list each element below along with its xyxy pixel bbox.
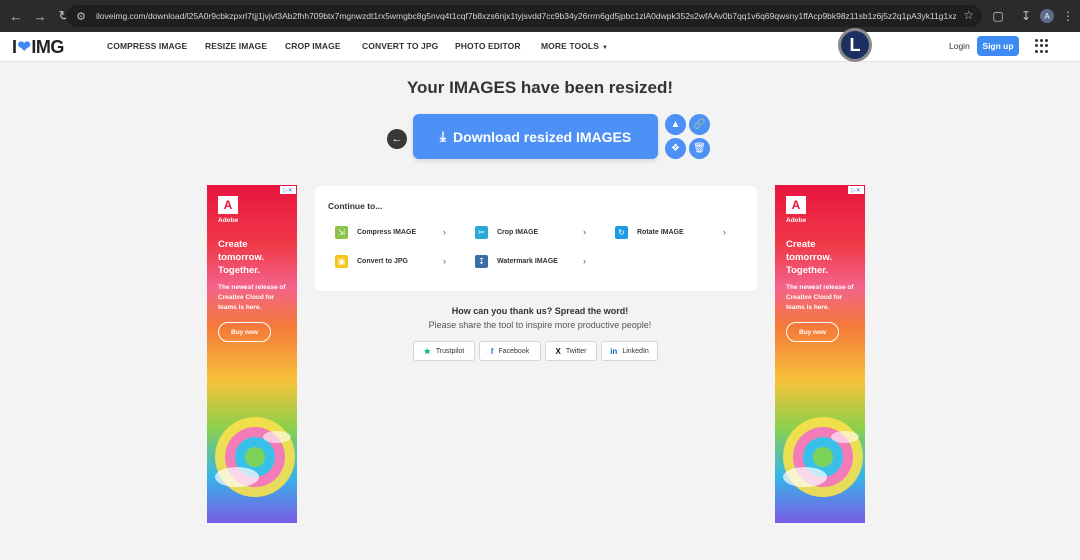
adchoices-icon[interactable]: ▷✕: [848, 186, 864, 194]
ad-banner-right[interactable]: ▷✕ A Adobe Create tomorrow. Together. Th…: [775, 185, 865, 523]
rotate-icon: ↻: [615, 225, 628, 239]
tool-label: Convert to JPG: [357, 257, 408, 265]
continue-card: Continue to... ⇲ Compress IMAGE › ✂ Crop…: [315, 186, 757, 291]
continue-crop-image[interactable]: ✂ Crop IMAGE ›: [475, 223, 586, 241]
watermark-icon: ↧: [475, 254, 488, 268]
twitter-button[interactable]: X Twitter: [545, 341, 597, 361]
download-icon[interactable]: ↧: [1016, 6, 1036, 26]
ad-illustration: [783, 417, 863, 497]
address-bar[interactable]: ⚙ iloveimg.com/download/l25A0r9cbkzpxrl7…: [66, 5, 982, 27]
nav-compress-image[interactable]: COMPRESS IMAGE: [107, 41, 187, 51]
ad-buy-now-button[interactable]: Buy now: [786, 322, 839, 342]
compress-icon: ⇲: [335, 225, 348, 239]
trash-icon[interactable]: 🗑: [689, 138, 710, 159]
signup-button[interactable]: Sign up: [977, 36, 1019, 56]
share-subtitle: Please share the tool to inspire more pr…: [428, 320, 652, 330]
google-drive-icon[interactable]: ▲: [665, 114, 686, 135]
nav-photo-editor[interactable]: PHOTO EDITOR: [455, 41, 521, 51]
trustpilot-star-icon: ★: [423, 346, 431, 356]
convert-jpg-icon: ▣: [335, 254, 348, 268]
url-text[interactable]: iloveimg.com/download/l25A0r9cbkzpxrl7tj…: [96, 11, 956, 21]
download-icon: ⤓: [439, 128, 447, 144]
linkedin-icon: in: [610, 346, 618, 356]
share-label: Trustpilot: [435, 347, 465, 355]
site-header: I ❤ IMG COMPRESS IMAGE RESIZE IMAGE CROP…: [0, 32, 1080, 62]
continue-rotate-image[interactable]: ↻ Rotate IMAGE ›: [615, 223, 726, 241]
iloveimg-logo[interactable]: I ❤ IMG: [12, 36, 64, 58]
continue-watermark-image[interactable]: ↧ Watermark IMAGE ›: [475, 252, 586, 270]
ad-headline: Create tomorrow. Together.: [218, 239, 265, 276]
nav-more-tools-label: MORE TOOLS: [541, 41, 599, 51]
share-title: How can you thank us? Spread the word!: [451, 306, 629, 316]
chevron-right-icon: ›: [443, 227, 446, 237]
chevron-right-icon: ›: [443, 256, 446, 266]
linkedin-button[interactable]: in LinkedIn: [601, 341, 658, 361]
page-title: Your IMAGES have been resized!: [406, 78, 674, 97]
ad-body: The newest release of Creative Cloud for…: [786, 284, 854, 311]
adchoices-icon[interactable]: ▷✕: [280, 186, 296, 194]
link-icon[interactable]: 🔗: [689, 114, 710, 135]
ad-brand: Adobe: [218, 217, 239, 224]
nav-resize-image[interactable]: RESIZE IMAGE: [205, 41, 267, 51]
browser-menu-icon[interactable]: ⋮: [1058, 6, 1078, 26]
trustpilot-button[interactable]: ★ Trustpilot: [413, 341, 475, 361]
tool-label: Crop IMAGE: [497, 228, 539, 236]
ad-headline: Create tomorrow. Together.: [786, 239, 833, 276]
crop-icon: ✂: [475, 225, 488, 239]
user-avatar[interactable]: L: [838, 28, 872, 62]
heart-icon: ❤: [17, 39, 31, 56]
back-button[interactable]: ←: [387, 129, 407, 149]
caret-down-icon: ▼: [602, 45, 609, 51]
login-link[interactable]: Login: [949, 41, 970, 51]
x-twitter-icon: X: [555, 346, 561, 356]
tool-label: Watermark IMAGE: [497, 257, 558, 265]
logo-text-left: I: [12, 36, 17, 57]
share-label: Twitter: [565, 347, 587, 355]
tool-label: Compress IMAGE: [357, 228, 417, 236]
bookmark-star-icon[interactable]: ☆: [963, 8, 974, 22]
chevron-right-icon: ›: [583, 256, 586, 266]
download-button[interactable]: ⤓ Download resized IMAGES: [413, 114, 658, 159]
chevron-right-icon: ›: [583, 227, 586, 237]
adobe-logo-icon: A: [218, 196, 238, 214]
download-button-label: Download resized IMAGES: [453, 128, 632, 145]
ad-body: The newest release of Creative Cloud for…: [218, 284, 286, 311]
browser-profile-avatar[interactable]: A: [1040, 9, 1054, 23]
nav-convert-to-jpg[interactable]: CONVERT TO JPG: [362, 41, 438, 51]
forward-arrow-icon[interactable]: →: [30, 6, 50, 26]
logo-text-right: IMG: [31, 36, 64, 57]
share-label: LinkedIn: [622, 347, 649, 355]
ad-brand: Adobe: [786, 217, 807, 224]
continue-compress-image[interactable]: ⇲ Compress IMAGE ›: [335, 223, 446, 241]
ad-buy-now-button[interactable]: Buy now: [218, 322, 271, 342]
tool-label: Rotate IMAGE: [637, 228, 684, 236]
continue-title: Continue to...: [328, 201, 383, 211]
share-label: Facebook: [498, 347, 530, 355]
apps-grid-icon[interactable]: [1035, 39, 1049, 53]
nav-crop-image[interactable]: CROP IMAGE: [285, 41, 341, 51]
back-arrow-icon[interactable]: ←: [6, 6, 26, 26]
browser-toolbar: ← → ↻ ⚙ iloveimg.com/download/l25A0r9cbk…: [0, 0, 1080, 32]
facebook-button[interactable]: f Facebook: [479, 341, 541, 361]
nav-more-tools[interactable]: MORE TOOLS ▼: [541, 41, 608, 51]
dropbox-icon[interactable]: ❖: [665, 138, 686, 159]
chevron-right-icon: ›: [723, 227, 726, 237]
ad-illustration: [215, 417, 295, 497]
facebook-icon: f: [490, 346, 494, 356]
extensions-icon[interactable]: ▢: [988, 6, 1008, 26]
continue-convert-to-jpg[interactable]: ▣ Convert to JPG ›: [335, 252, 446, 270]
site-info-icon[interactable]: ⚙: [74, 9, 88, 23]
ad-banner-left[interactable]: ▷✕ A Adobe Create tomorrow. Together. Th…: [207, 185, 297, 523]
adobe-logo-icon: A: [786, 196, 806, 214]
